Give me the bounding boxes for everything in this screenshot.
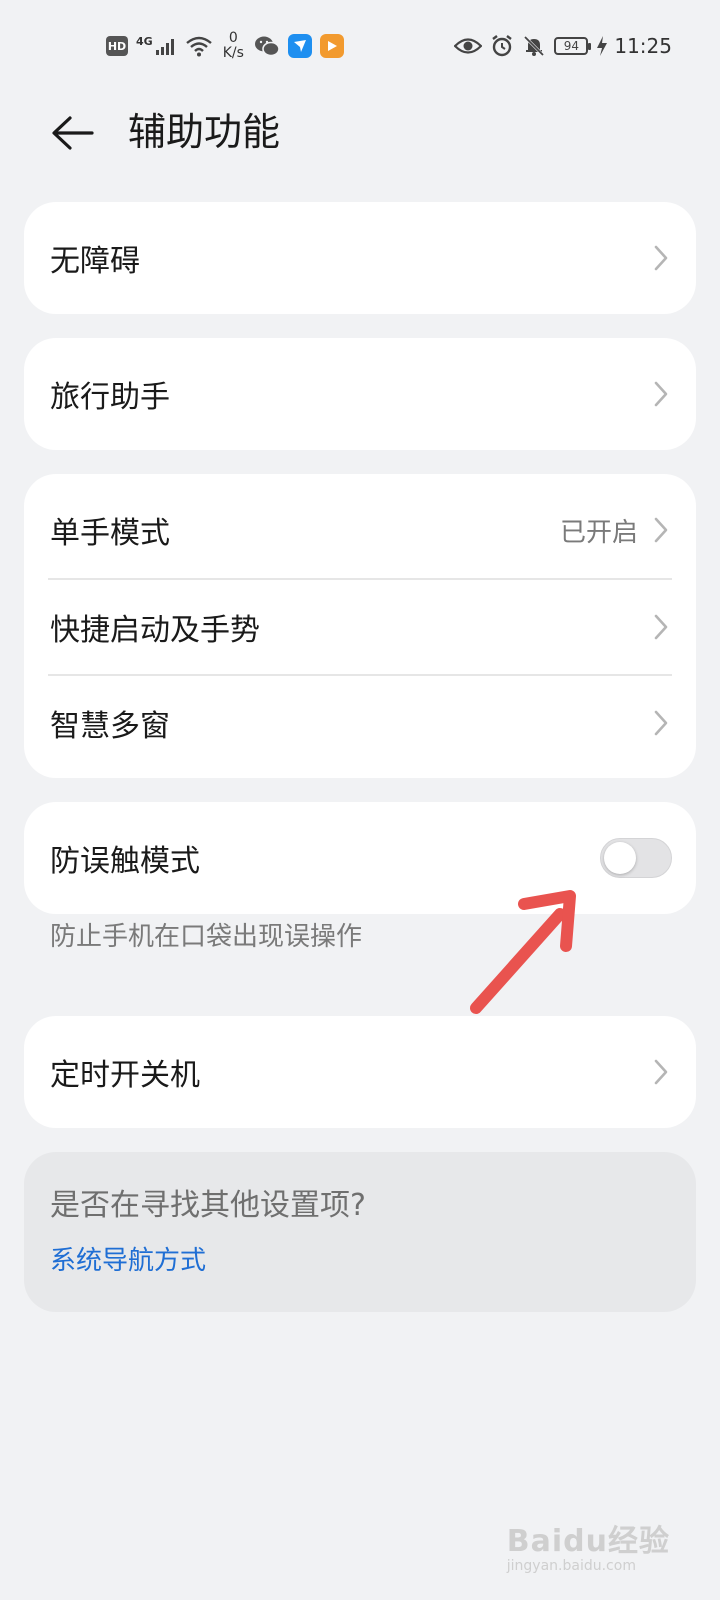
suggestion-question: 是否在寻找其他设置项?	[50, 1188, 366, 1223]
back-button[interactable]	[44, 108, 100, 158]
pocket-mode-toggle[interactable]	[600, 838, 672, 878]
chevron-right-icon	[650, 379, 672, 409]
row-scheduled-power[interactable]: 定时开关机	[24, 1016, 696, 1128]
row-smart-multi-window[interactable]: 智慧多窗	[24, 676, 696, 776]
speed-value: 0	[228, 30, 238, 46]
bell-muted-icon	[524, 35, 545, 57]
app-header: 辅助功能	[0, 92, 720, 172]
baidu-jingyan-watermark: Baidu经验 jingyan.baidu.com	[507, 1516, 670, 1574]
chevron-right-icon	[650, 612, 672, 642]
row-label: 单手模式	[50, 516, 170, 551]
row-label: 防误触模式	[50, 844, 200, 879]
watermark-main: Baidu经验	[506, 1524, 670, 1559]
row-label: 旅行助手	[50, 380, 170, 415]
battery-indicator: 94	[554, 37, 592, 55]
signal-icon	[155, 39, 174, 55]
row-label: 无障碍	[50, 244, 140, 279]
row-status-value: 已开启	[559, 517, 638, 548]
system-navigation-link[interactable]: 系统导航方式	[50, 1244, 670, 1278]
status-bar: HD 4G 0 K/s 94 11:25	[0, 0, 720, 92]
charging-icon	[597, 36, 608, 56]
row-accessibility[interactable]: 无障碍	[24, 202, 696, 314]
network-speed: 0 K/s	[223, 31, 244, 61]
video-app-icon	[319, 34, 344, 58]
back-arrow-icon	[52, 116, 94, 150]
row-pocket-mode: 防误触模式	[24, 802, 696, 914]
watermark-sub: jingyan.baidu.com	[506, 1558, 636, 1574]
row-label: 定时开关机	[50, 1058, 200, 1093]
row-shortcuts-gestures[interactable]: 快捷启动及手势	[24, 580, 696, 674]
row-travel-assistant[interactable]: 旅行助手	[24, 338, 696, 450]
speed-unit: K/s	[222, 45, 244, 61]
card-travel: 旅行助手	[24, 338, 696, 450]
hd-badge: HD	[106, 36, 128, 56]
page-title: 辅助功能	[128, 110, 281, 154]
row-one-hand-mode[interactable]: 单手模式 已开启	[24, 474, 696, 578]
pocket-mode-hint: 防止手机在口袋出现误操作	[50, 922, 363, 952]
chevron-right-icon	[650, 515, 672, 545]
clock: 11:25	[614, 34, 672, 58]
row-label: 智慧多窗	[50, 709, 170, 744]
row-label: 快捷启动及手势	[50, 613, 260, 648]
card-pocket-mode: 防误触模式	[24, 802, 696, 914]
dingtalk-icon	[287, 34, 312, 58]
wechat-icon	[254, 36, 280, 57]
status-right: 94 11:25	[454, 30, 672, 62]
chevron-right-icon	[650, 708, 672, 738]
suggestion-card: 是否在寻找其他设置项? 系统导航方式	[24, 1152, 696, 1312]
card-scheduled-power: 定时开关机	[24, 1016, 696, 1128]
chevron-right-icon	[650, 243, 672, 273]
alarm-icon	[492, 35, 513, 57]
network-type: 4G	[136, 34, 153, 48]
card-accessibility: 无障碍	[24, 202, 696, 314]
wifi-icon	[185, 36, 212, 57]
status-left: HD 4G 0 K/s	[106, 30, 344, 62]
chevron-right-icon	[650, 1057, 672, 1087]
card-gestures: 单手模式 已开启 快捷启动及手势 智慧多窗	[24, 474, 696, 778]
toggle-knob	[604, 842, 636, 874]
eye-comfort-icon	[454, 38, 483, 54]
